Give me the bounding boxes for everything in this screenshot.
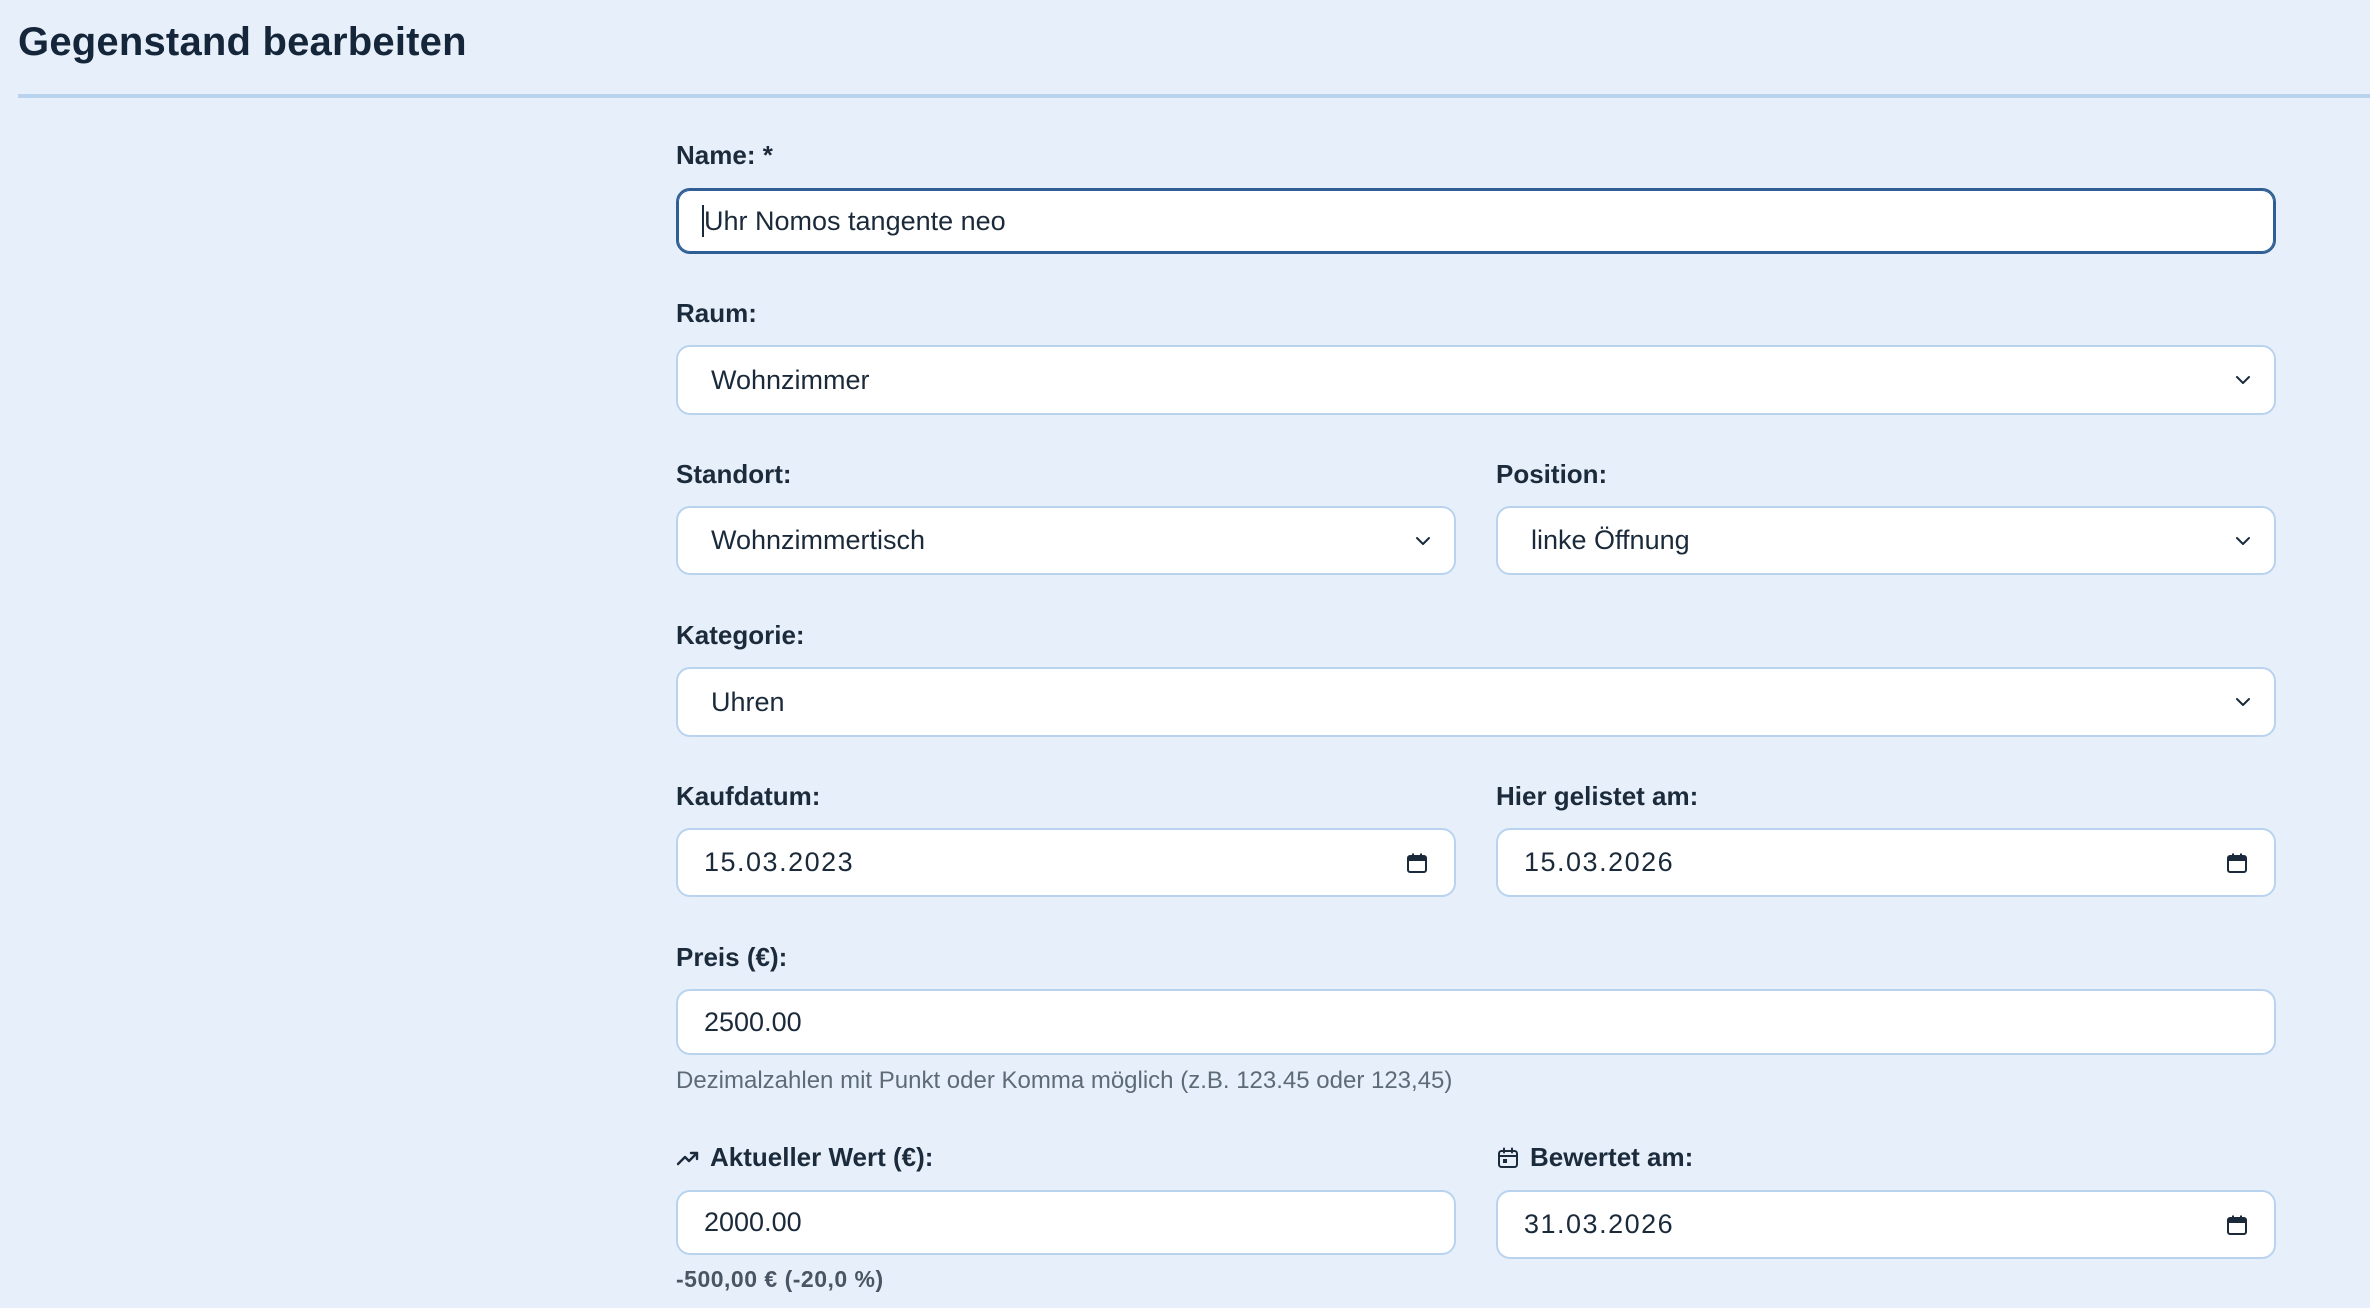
name-input[interactable]: Uhr Nomos tangente neo bbox=[676, 188, 2276, 254]
preis-label: Preis (€): bbox=[676, 942, 788, 972]
bewertet-label-text: Bewertet am: bbox=[1530, 1142, 1694, 1172]
standort-select[interactable]: Wohnzimmertisch bbox=[676, 506, 1456, 575]
calendar-icon bbox=[1498, 1147, 1518, 1168]
kaufdatum-label: Kaufdatum: bbox=[676, 781, 821, 811]
kaufdatum-date-input[interactable]: 15.03.2023 bbox=[676, 828, 1456, 897]
gelistet-date-input[interactable]: 15.03.2026 bbox=[1496, 828, 2276, 897]
raum-label: Raum: bbox=[676, 298, 757, 328]
wert-input[interactable]: 2000.00 bbox=[676, 1190, 1456, 1255]
position-label: Position: bbox=[1496, 459, 1608, 489]
raum-select[interactable]: Wohnzimmer bbox=[676, 345, 2276, 415]
name-label: Name: * bbox=[676, 140, 773, 170]
wert-label: Aktueller Wert (€): bbox=[676, 1142, 933, 1173]
wert-label-text: Aktueller Wert (€): bbox=[710, 1142, 934, 1172]
kategorie-select[interactable]: Uhren bbox=[676, 667, 2276, 737]
wert-input-value: 2000.00 bbox=[704, 1207, 802, 1237]
name-input-value: Uhr Nomos tangente neo bbox=[704, 205, 1006, 236]
bewertet-value: 31.03.2026 bbox=[1524, 1209, 1675, 1239]
gelistet-label: Hier gelistet am: bbox=[1496, 781, 1699, 811]
trending-up-icon bbox=[676, 1151, 699, 1165]
standort-select-value: Wohnzimmertisch bbox=[711, 525, 926, 555]
position-select-value: linke Öffnung bbox=[1531, 525, 1690, 555]
preis-hint: Dezimalzahlen mit Punkt oder Komma mögli… bbox=[676, 1067, 1453, 1094]
standort-label: Standort: bbox=[676, 459, 792, 489]
calendar-icon[interactable] bbox=[2226, 1214, 2248, 1236]
edit-item-form: Name: * Uhr Nomos tangente neo Raum: Woh… bbox=[676, 0, 2276, 1308]
kategorie-label: Kategorie: bbox=[676, 620, 805, 650]
calendar-icon[interactable] bbox=[2226, 852, 2248, 874]
raum-select-value: Wohnzimmer bbox=[711, 364, 870, 395]
kaufdatum-value: 15.03.2023 bbox=[704, 847, 855, 877]
calendar-icon[interactable] bbox=[1406, 852, 1428, 874]
bewertet-label: Bewertet am: bbox=[1496, 1142, 1693, 1173]
position-select[interactable]: linke Öffnung bbox=[1496, 506, 2276, 575]
chevron-down-icon bbox=[2236, 698, 2250, 706]
preis-input[interactable]: 2500.00 bbox=[676, 989, 2276, 1055]
wert-delta: -500,00 € (-20,0 %) bbox=[676, 1266, 884, 1292]
chevron-down-icon bbox=[2236, 536, 2250, 545]
preis-input-value: 2500.00 bbox=[704, 1006, 802, 1037]
bewertet-date-input[interactable]: 31.03.2026 bbox=[1496, 1190, 2276, 1259]
chevron-down-icon bbox=[2236, 376, 2250, 384]
kategorie-select-value: Uhren bbox=[711, 686, 785, 717]
gelistet-value: 15.03.2026 bbox=[1524, 847, 1675, 877]
page-title: Gegenstand bearbeiten bbox=[18, 20, 467, 64]
chevron-down-icon bbox=[1416, 536, 1430, 545]
